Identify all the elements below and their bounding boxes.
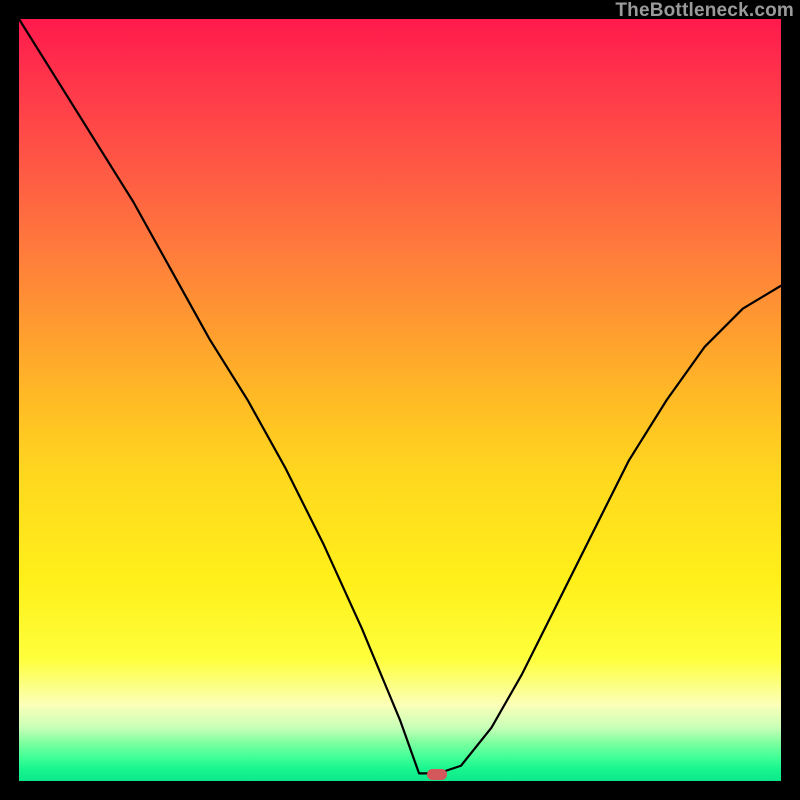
plot-area <box>19 19 781 781</box>
curve-path <box>19 19 781 773</box>
optimal-marker <box>427 769 447 780</box>
bottleneck-curve <box>19 19 781 781</box>
chart-frame: TheBottleneck.com <box>0 0 800 800</box>
